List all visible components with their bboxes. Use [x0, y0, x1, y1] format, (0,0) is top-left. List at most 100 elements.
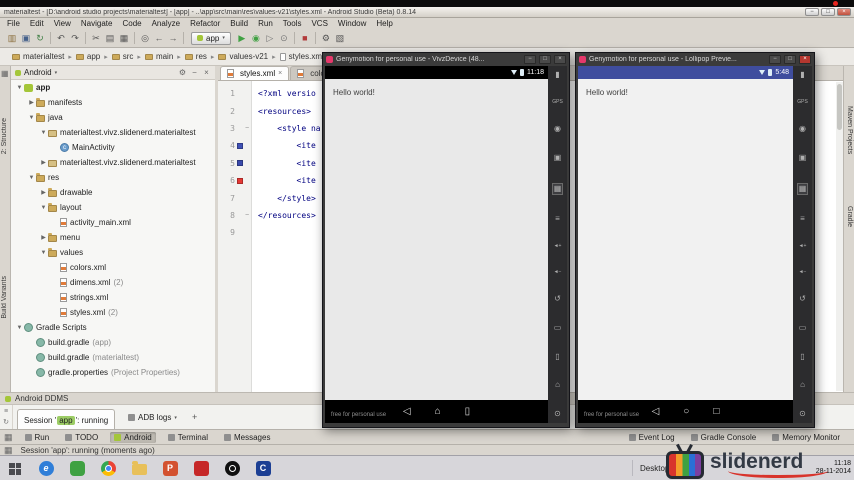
- tree-expander[interactable]: ▼: [39, 250, 48, 256]
- genymotion-sidebar[interactable]: ▮ GPS ◉ ▣ ▦ ≡ ◄+ ◄− ↺ ▭ ▯ ⌂ ⊙: [793, 66, 812, 423]
- toolwindow-button-messages[interactable]: Messages: [220, 432, 274, 443]
- copy-icon[interactable]: ▤: [103, 31, 117, 45]
- tree-expander[interactable]: ▼: [15, 325, 24, 331]
- camera-icon[interactable]: ◉: [799, 125, 806, 133]
- tree-row-dimens-xml[interactable]: dimens.xml (2): [11, 275, 215, 290]
- remote-icon[interactable]: ▦: [551, 182, 564, 195]
- open-icon[interactable]: ▥: [5, 31, 19, 45]
- menu-item-build[interactable]: Build: [225, 19, 253, 28]
- recent-apps-icon[interactable]: ▯: [800, 352, 804, 361]
- close-button[interactable]: ×: [554, 55, 566, 64]
- tree-expander[interactable]: ▼: [39, 130, 48, 136]
- project-structure-icon[interactable]: ▧: [333, 31, 347, 45]
- tree-row-values[interactable]: ▼ values: [11, 245, 215, 260]
- hide-panel-icon[interactable]: ×: [202, 68, 211, 77]
- find-icon[interactable]: ◎: [138, 31, 152, 45]
- tree-row-java[interactable]: ▼ java: [11, 110, 215, 125]
- tree-row-mainactivity[interactable]: c MainActivity: [11, 140, 215, 155]
- tree-row-app[interactable]: ▼ app: [11, 80, 215, 95]
- volume-up-icon[interactable]: ◄+: [799, 243, 807, 249]
- navbar-toggle-icon[interactable]: ▭: [799, 323, 807, 332]
- save-all-icon[interactable]: ▣: [19, 31, 33, 45]
- power-icon[interactable]: ⊙: [554, 409, 561, 418]
- ddms-menu-icon[interactable]: ≡: [4, 408, 8, 415]
- tree-expander[interactable]: ▼: [27, 115, 36, 121]
- tab-styles-xml[interactable]: styles.xml ×: [220, 66, 290, 80]
- fold-marker[interactable]: −: [243, 212, 251, 219]
- taskbar-button-cmd-icon[interactable]: C: [253, 457, 273, 479]
- color-swatch[interactable]: [237, 142, 243, 149]
- recents-icon[interactable]: ▯: [465, 406, 471, 417]
- android-screen[interactable]: 11:18 Hello world! ◁ ⌂ ▯ free for personal…: [325, 66, 548, 423]
- tree-expander[interactable]: ▼: [39, 205, 48, 211]
- tree-row-build-gradle[interactable]: build.gradle (materialtest): [11, 350, 215, 365]
- android-screen[interactable]: 5:48 Hello world! ◁ ○ □ free for personal …: [578, 66, 793, 423]
- gradle-tool-button[interactable]: Gradle: [846, 206, 853, 227]
- settings-icon[interactable]: ⚙: [319, 31, 333, 45]
- menu-item-tools[interactable]: Tools: [278, 19, 307, 28]
- tree-row-materialtest-vivz-slidenerd-materialtest[interactable]: ▶ materialtest.vivz.slidenerd.materialtes…: [11, 155, 215, 170]
- breadcrumb-item-res[interactable]: res: [184, 52, 207, 61]
- remote-icon[interactable]: ▦: [796, 182, 809, 195]
- tree-row-layout[interactable]: ▼ layout: [11, 200, 215, 215]
- run-coverage-icon[interactable]: ▷: [263, 31, 277, 45]
- battery-icon[interactable]: ▮: [800, 71, 804, 79]
- screencast-icon[interactable]: ▣: [554, 153, 562, 162]
- minimize-button[interactable]: −: [805, 8, 819, 16]
- menu-item-window[interactable]: Window: [333, 19, 371, 28]
- editor-scrollbar[interactable]: [836, 82, 843, 391]
- screencast-icon[interactable]: ▣: [799, 153, 807, 162]
- genymotion-sidebar[interactable]: ▮ GPS ◉ ▣ ▦ ≡ ◄+ ◄− ↺ ▭ ▯ ⌂ ⊙: [548, 66, 567, 423]
- toolwindow-button-run[interactable]: Run: [21, 432, 54, 443]
- volume-down-icon[interactable]: ◄−: [554, 269, 562, 275]
- emulator-titlebar[interactable]: Genymotion for personal use - Lollipop P…: [576, 53, 814, 66]
- rotate-icon[interactable]: ↺: [799, 295, 806, 303]
- recents-icon[interactable]: □: [713, 406, 719, 417]
- menu-item-navigate[interactable]: Navigate: [76, 19, 118, 28]
- tree-row-manifests[interactable]: ▶ manifests: [11, 95, 215, 110]
- tree-row-strings-xml[interactable]: strings.xml: [11, 290, 215, 305]
- project-view-selector[interactable]: Android: [24, 68, 52, 77]
- taskbar-button-chrome-icon[interactable]: [98, 457, 118, 479]
- breadcrumb-item-values-v21[interactable]: values-v21: [218, 52, 268, 61]
- menu-item-help[interactable]: Help: [371, 19, 397, 28]
- tree-row-materialtest-vivz-slidenerd-materialtest[interactable]: ▼ materialtest.vivz.slidenerd.materialtes…: [11, 125, 215, 140]
- forward-arrow-icon[interactable]: →: [166, 31, 180, 45]
- add-session-button[interactable]: +: [192, 412, 197, 422]
- redo-icon[interactable]: ↷: [68, 31, 82, 45]
- tree-row-build-gradle[interactable]: build.gradle (app): [11, 335, 215, 350]
- taskbar-button-internet-explorer-icon[interactable]: e: [36, 457, 56, 479]
- taskbar-button-powerpoint-icon[interactable]: P: [160, 457, 180, 479]
- tree-row-menu[interactable]: ▶ menu: [11, 230, 215, 245]
- window-titlebar[interactable]: materialtest - [D:\android studio projec…: [0, 7, 854, 18]
- toolwindow-switcher-icon[interactable]: ▦: [4, 432, 13, 443]
- run-icon[interactable]: ▶: [235, 31, 249, 45]
- tree-row-drawable[interactable]: ▶ drawable: [11, 185, 215, 200]
- identifiers-icon[interactable]: ≡: [800, 215, 805, 223]
- menu-item-analyze[interactable]: Analyze: [147, 19, 185, 28]
- breadcrumb-item-app[interactable]: app: [75, 52, 100, 61]
- paste-icon[interactable]: ▦: [117, 31, 131, 45]
- gear-icon[interactable]: ⚙: [178, 68, 187, 77]
- back-icon[interactable]: ◁: [652, 406, 660, 417]
- navbar-toggle-icon[interactable]: ▭: [554, 323, 562, 332]
- toolwindow-stripe-icon[interactable]: ▦: [1, 69, 9, 78]
- toolwindow-button-android[interactable]: Android: [110, 431, 156, 443]
- session-tab[interactable]: Session ' app ': running: [17, 409, 116, 430]
- collapse-all-icon[interactable]: −: [190, 68, 199, 77]
- tree-row-styles-xml[interactable]: styles.xml (2): [11, 305, 215, 320]
- undo-icon[interactable]: ↶: [54, 31, 68, 45]
- ddms-refresh-icon[interactable]: ↻: [3, 418, 9, 426]
- minimize-button[interactable]: −: [524, 55, 536, 64]
- identifiers-icon[interactable]: ≡: [555, 215, 560, 223]
- emulator-window-1[interactable]: Genymotion for personal use - VivzDevice…: [322, 52, 570, 428]
- tree-expander[interactable]: ▶: [39, 189, 48, 196]
- menu-item-vcs[interactable]: VCS: [306, 19, 332, 28]
- run-config-combo[interactable]: app ▾: [191, 31, 231, 45]
- menu-item-code[interactable]: Code: [117, 19, 146, 28]
- start-button[interactable]: [0, 456, 30, 480]
- emulator-window-2[interactable]: Genymotion for personal use - Lollipop P…: [575, 52, 815, 428]
- minimize-button[interactable]: −: [769, 55, 781, 64]
- debug-icon[interactable]: ◉: [249, 31, 263, 45]
- taskbar-button-file-explorer-icon[interactable]: [129, 457, 149, 479]
